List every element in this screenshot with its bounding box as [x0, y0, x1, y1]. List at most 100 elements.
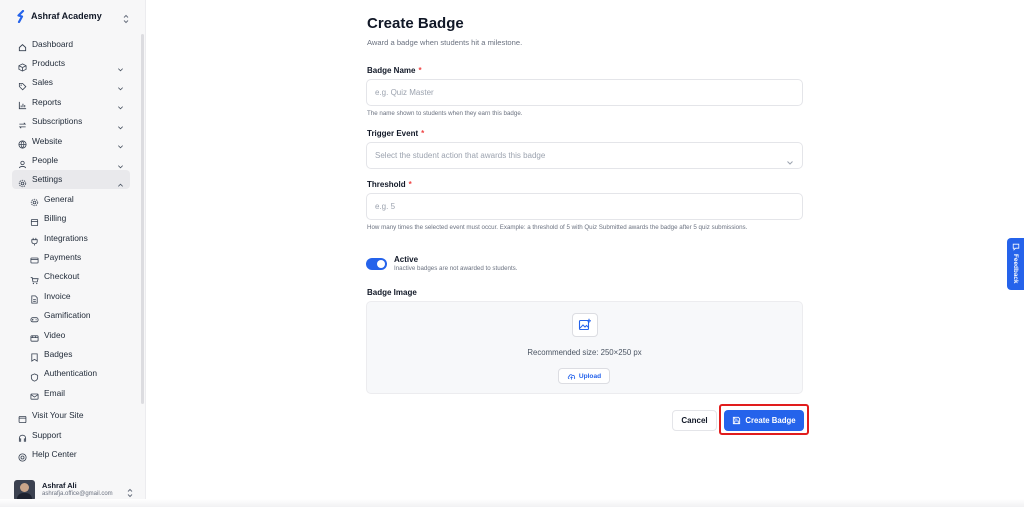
brand-logo-icon [16, 9, 26, 23]
sidebar-subitem-invoice[interactable]: Invoice [12, 286, 130, 305]
sidebar-subitem-general[interactable]: General [12, 189, 130, 208]
sidebar: Ashraf Academy Dashboard Products Sales … [0, 0, 146, 507]
headset-icon [18, 430, 27, 442]
upload-button-label: Upload [578, 372, 602, 380]
active-label: Active [394, 255, 419, 264]
sidebar-subitem-video[interactable]: Video [12, 325, 130, 344]
upload-button[interactable]: Upload [558, 368, 610, 384]
field-label-text: Badge Name [367, 66, 416, 75]
chevron-down-icon [117, 60, 124, 72]
sidebar-item-sales[interactable]: Sales [12, 73, 130, 92]
sidebar-item-label: Visit Your Site [32, 410, 84, 421]
globe-icon [18, 136, 27, 149]
badge-name-input[interactable] [366, 79, 803, 106]
plug-icon [30, 233, 39, 246]
sidebar-item-label: Settings [32, 174, 63, 185]
sidebar-subitem-payments[interactable]: Payments [12, 247, 130, 266]
required-mark: * [418, 66, 422, 75]
badge-icon [30, 349, 39, 363]
sidebar-item-people[interactable]: People [12, 150, 130, 169]
user-name: Ashraf Ali [42, 481, 77, 491]
user-email: ashrafja.office@gmail.com [42, 490, 113, 497]
cloud-upload-icon [567, 373, 575, 380]
sidebar-subitem-label: General [44, 193, 74, 204]
trigger-event-select[interactable]: Select the student action that awards th… [366, 142, 803, 169]
trigger-event-placeholder: Select the student action that awards th… [375, 151, 546, 160]
sidebar-item-subscriptions[interactable]: Subscriptions [12, 112, 130, 131]
threshold-help: How many times the selected event must o… [367, 224, 748, 231]
feedback-label: Feedback [1012, 254, 1019, 284]
save-icon [733, 416, 741, 425]
sidebar-item-support[interactable]: Support [12, 425, 130, 444]
sidebar-subitem-label: Video [44, 329, 66, 340]
sidebar-subitem-label: Badges [44, 348, 73, 359]
gear-icon [30, 194, 39, 207]
bar-chart-icon [18, 97, 27, 110]
page-subtitle: Award a badge when students hit a milest… [367, 38, 523, 47]
sidebar-item-label: Products [32, 58, 66, 69]
file-icon [30, 291, 39, 304]
credit-card-icon [30, 252, 39, 264]
cancel-button[interactable]: Cancel [672, 410, 717, 431]
sidebar-subitem-authentication[interactable]: Authentication [12, 364, 130, 383]
badge-image-label: Badge Image [367, 288, 417, 297]
sidebar-subitem-label: Payments [44, 251, 82, 262]
sidebar-subitem-label: Billing [44, 213, 67, 224]
chevron-down-icon [117, 118, 124, 130]
sidebar-subitem-badges[interactable]: Badges [12, 344, 130, 363]
feedback-tab[interactable]: Feedback [1007, 238, 1024, 290]
image-add-icon [572, 313, 598, 337]
sidebar-subitem-label: Integrations [44, 232, 88, 243]
sidebar-item-dashboard[interactable]: Dashboard [12, 34, 130, 53]
sidebar-item-label: People [32, 155, 59, 166]
sidebar-subitem-billing[interactable]: Billing [12, 209, 130, 228]
badge-name-help: The name shown to students when they ear… [367, 110, 523, 117]
sidebar-scrollbar[interactable] [141, 34, 144, 404]
sidebar-subitem-label: Invoice [44, 290, 71, 301]
repeat-icon [18, 117, 27, 129]
mail-icon [30, 388, 39, 400]
avatar [14, 479, 35, 501]
chevron-down-icon [117, 157, 124, 168]
workspace-switcher[interactable]: Ashraf Academy [16, 9, 130, 24]
sidebar-item-help-center[interactable]: Help Center [12, 444, 130, 463]
field-label-text: Threshold [367, 180, 406, 189]
sidebar-subitem-email[interactable]: Email [12, 383, 130, 402]
sidebar-subitem-gamification[interactable]: Gamification [12, 305, 130, 324]
external-link-icon [18, 411, 27, 423]
sidebar-nav: Dashboard Products Sales Reports Subscri… [12, 34, 130, 464]
sidebar-item-settings[interactable]: Settings [12, 169, 130, 190]
chat-icon [1012, 243, 1019, 251]
threshold-input[interactable] [366, 193, 803, 220]
shield-icon [30, 369, 39, 382]
home-icon [18, 39, 27, 52]
badge-name-label: Badge Name * [367, 66, 422, 75]
chevron-up-icon [117, 176, 124, 187]
required-mark: * [421, 129, 425, 138]
sidebar-item-products[interactable]: Products [12, 53, 130, 72]
document-icon [30, 214, 39, 226]
active-toggle[interactable] [366, 258, 387, 270]
sidebar-item-visit-site[interactable]: Visit Your Site [12, 405, 130, 424]
create-badge-button[interactable]: Create Badge [724, 410, 804, 431]
sidebar-subitem-label: Checkout [44, 271, 80, 282]
brand-name: Ashraf Academy [31, 11, 102, 21]
cart-icon [30, 272, 39, 284]
field-label-text: Trigger Event [367, 129, 419, 138]
chevron-down-icon [117, 137, 124, 149]
chevron-down-icon [117, 98, 124, 110]
box-icon [18, 59, 27, 72]
sidebar-item-reports[interactable]: Reports [12, 92, 130, 111]
sidebar-subitem-integrations[interactable]: Integrations [12, 228, 130, 247]
recommended-size-text: Recommended size: 250×250 px [527, 348, 642, 357]
sidebar-item-label: Help Center [32, 448, 77, 459]
sidebar-item-website[interactable]: Website [12, 131, 130, 150]
trigger-event-label: Trigger Event * [367, 129, 424, 138]
threshold-label: Threshold * [367, 180, 412, 189]
chevron-down-icon [117, 79, 124, 91]
chevron-updown-icon [126, 485, 134, 498]
required-mark: * [408, 180, 412, 189]
sidebar-subitem-checkout[interactable]: Checkout [12, 267, 130, 286]
user-icon [18, 156, 27, 168]
create-badge-label: Create Badge [745, 416, 796, 425]
